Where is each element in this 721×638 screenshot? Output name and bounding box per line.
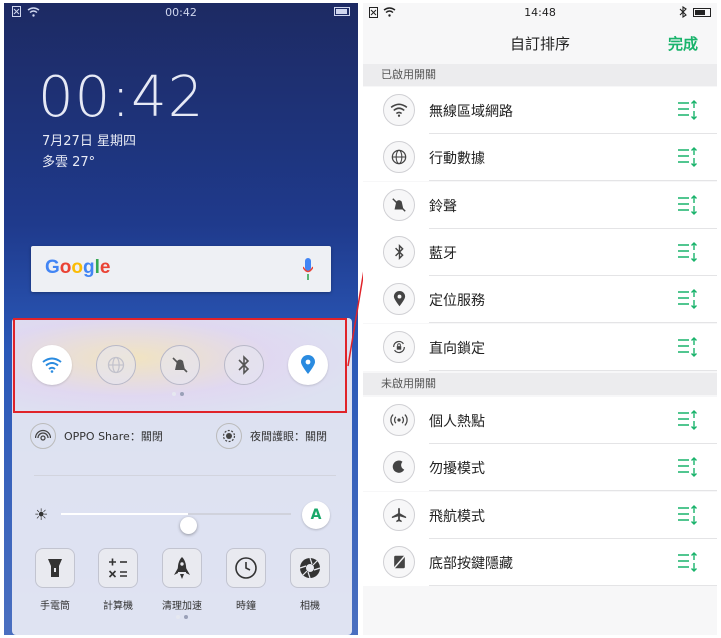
hotspot-icon bbox=[383, 404, 415, 436]
list-item-label: 無線區域網路 bbox=[429, 104, 513, 120]
status-time: 00:42 bbox=[165, 6, 197, 19]
google-search-bar[interactable]: Google bbox=[31, 246, 331, 292]
location-pin-icon bbox=[383, 283, 415, 316]
list-item-label: 底部按鍵隱藏 bbox=[429, 555, 513, 572]
reorder-handle-icon[interactable] bbox=[677, 410, 699, 430]
night-mode-item[interactable]: 夜間護眼：關閉 bbox=[216, 423, 327, 449]
row-divider bbox=[429, 584, 717, 586]
camera-aperture-icon bbox=[290, 548, 330, 588]
bluetooth-icon bbox=[383, 235, 415, 268]
status-bar: 14:48 bbox=[363, 3, 717, 23]
list-item[interactable]: 底部按鍵隱藏 bbox=[363, 538, 717, 586]
reorder-handle-icon[interactable] bbox=[677, 147, 699, 168]
brightness-slider[interactable] bbox=[61, 513, 291, 534]
share-row: OPPO Share：關閉 夜間護眼：關閉 bbox=[30, 423, 340, 451]
list-item-label: 藍牙 bbox=[429, 245, 457, 262]
reorder-handle-icon[interactable] bbox=[677, 289, 699, 310]
done-button[interactable]: 完成 bbox=[668, 33, 698, 54]
disabled-section-header: 未啟用開關 bbox=[363, 373, 717, 395]
app-camera[interactable]: 相機 bbox=[283, 548, 337, 612]
lock-clock: 00:42 bbox=[38, 65, 205, 130]
lock-date: 7月27日 星期四 bbox=[42, 134, 136, 149]
airplane-icon bbox=[383, 498, 415, 531]
bell-off-icon bbox=[383, 188, 415, 221]
list-item[interactable]: 勿擾模式 bbox=[363, 444, 717, 492]
app-calculator[interactable]: 計算機 bbox=[91, 548, 145, 612]
google-logo: Google bbox=[45, 257, 111, 278]
page-title: 自訂排序 bbox=[509, 35, 570, 53]
enabled-section-header: 已啟用開關 bbox=[363, 64, 717, 86]
reorder-handle-icon[interactable] bbox=[677, 241, 699, 262]
brightness-fill bbox=[61, 513, 188, 515]
app-label: 計算機 bbox=[103, 601, 133, 612]
oppo-share-icon bbox=[30, 423, 56, 449]
app-label: 手電筒 bbox=[40, 601, 70, 612]
reorder-handle-icon[interactable] bbox=[677, 457, 699, 478]
rocket-icon bbox=[162, 548, 202, 588]
list-item-label: 飛航模式 bbox=[429, 508, 485, 525]
eye-icon bbox=[216, 423, 242, 449]
oppo-share-label: OPPO Share：關閉 bbox=[64, 430, 163, 443]
mic-icon[interactable] bbox=[303, 258, 313, 280]
battery-icon bbox=[693, 8, 711, 17]
list-item-label: 直向鎖定 bbox=[429, 340, 485, 357]
bluetooth-status-icon bbox=[679, 6, 687, 18]
panel-divider bbox=[34, 475, 336, 476]
list-item[interactable]: 藍牙 bbox=[363, 228, 717, 276]
row-divider bbox=[429, 369, 717, 371]
list-item[interactable]: 飛航模式 bbox=[363, 491, 717, 539]
brightness-thumb[interactable] bbox=[179, 517, 197, 534]
rotation-lock-icon bbox=[383, 330, 415, 363]
calculator-icon bbox=[98, 548, 138, 588]
wifi-icon bbox=[383, 94, 415, 126]
reorder-handle-icon[interactable] bbox=[677, 551, 699, 572]
app-label: 清理加速 bbox=[162, 601, 202, 612]
screenshot-composite: 00:42 00:42 7月27日 星期四 多雲 27° Google OPPO… bbox=[0, 0, 721, 638]
list-item[interactable]: 直向鎖定 bbox=[363, 323, 717, 371]
flashlight-icon bbox=[35, 548, 75, 588]
app-cleanup[interactable]: 清理加速 bbox=[155, 548, 209, 612]
list-item-label: 定位服務 bbox=[429, 293, 485, 310]
list-item-label: 勿擾模式 bbox=[429, 461, 485, 478]
moon-icon bbox=[383, 451, 415, 484]
list-item[interactable]: 個人熱點 bbox=[363, 397, 717, 444]
shortcut-apps: 手電筒 計算機 清理加速 時鐘 相機 bbox=[28, 548, 338, 613]
list-item-label: 個人熱點 bbox=[429, 414, 485, 430]
clock-icon bbox=[226, 548, 266, 588]
list-item[interactable]: 鈴聲 bbox=[363, 181, 717, 229]
reorder-handle-icon[interactable] bbox=[677, 194, 699, 215]
hide-nav-keys-icon bbox=[383, 545, 415, 578]
globe-icon bbox=[383, 141, 415, 174]
list-item-label: 鈴聲 bbox=[429, 198, 457, 215]
list-item[interactable]: 行動數據 bbox=[363, 134, 717, 182]
sun-icon: ☀ bbox=[34, 505, 49, 524]
list-item-label: 行動數據 bbox=[429, 151, 485, 168]
status-bar: 00:42 bbox=[4, 3, 358, 23]
lock-weather: 多雲 27° bbox=[42, 155, 96, 170]
list-item[interactable]: 無線區域網路 bbox=[363, 87, 717, 134]
app-page-indicator bbox=[176, 615, 188, 619]
app-flashlight[interactable]: 手電筒 bbox=[28, 548, 82, 612]
battery-icon bbox=[334, 7, 350, 16]
brightness-row: ☀ A bbox=[34, 501, 334, 534]
highlight-box bbox=[13, 318, 347, 413]
night-mode-label: 夜間護眼：關閉 bbox=[250, 430, 327, 443]
list-item[interactable]: 定位服務 bbox=[363, 276, 717, 324]
reorder-handle-icon[interactable] bbox=[677, 504, 699, 525]
status-time: 14:48 bbox=[524, 6, 556, 19]
app-clock[interactable]: 時鐘 bbox=[219, 548, 273, 612]
app-label: 時鐘 bbox=[236, 601, 256, 612]
reorder-handle-icon[interactable] bbox=[677, 100, 699, 120]
oppo-share-item[interactable]: OPPO Share：關閉 bbox=[30, 423, 163, 449]
right-phone-screen: 14:48 自訂排序 完成 已啟用開關 無線區域網路 行動數據鈴聲藍牙定位服務直向… bbox=[363, 3, 717, 635]
app-label: 相機 bbox=[300, 601, 320, 612]
auto-brightness-button[interactable]: A bbox=[302, 501, 330, 529]
reorder-handle-icon[interactable] bbox=[677, 336, 699, 357]
